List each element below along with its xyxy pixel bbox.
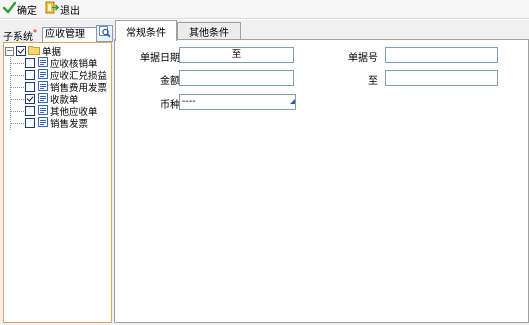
exit-button[interactable]: 退出 xyxy=(45,1,80,17)
tree-item-checkbox[interactable] xyxy=(25,94,35,104)
form-icon xyxy=(38,116,48,130)
doc-date-range-field[interactable]: 至 xyxy=(179,47,294,63)
confirm-button[interactable]: 确定 xyxy=(2,1,37,17)
amount-field[interactable] xyxy=(179,70,294,86)
tab-general[interactable]: 常规条件 xyxy=(115,20,177,41)
magnifier-icon xyxy=(98,26,111,41)
required-mark: * xyxy=(33,27,37,37)
dropdown-corner-icon xyxy=(290,95,295,109)
tab-other[interactable]: 其他条件 xyxy=(177,22,241,40)
exit-icon xyxy=(45,1,60,17)
currency-select[interactable]: ---- xyxy=(179,94,296,110)
checkmark-icon xyxy=(2,1,17,17)
confirm-button-label: 确定 xyxy=(17,5,37,17)
subsystem-label: 子系统 xyxy=(3,31,33,43)
currency-label: 币种 xyxy=(160,100,180,111)
tree-item-checkbox[interactable] xyxy=(25,106,35,116)
amount-label: 金额 xyxy=(160,76,180,87)
doc-no-to-field[interactable] xyxy=(385,70,498,86)
subsystem-row: 子系统 * 应收管理 xyxy=(3,27,100,43)
collapse-toggle[interactable]: − xyxy=(5,46,14,56)
subsystem-field[interactable]: 应收管理 xyxy=(42,27,100,43)
toolbar: 确定 退出 xyxy=(0,0,529,19)
doc-no-from-field[interactable] xyxy=(385,47,498,63)
exit-button-label: 退出 xyxy=(60,5,80,17)
doc-date-label: 单据日期 xyxy=(140,53,180,64)
currency-value: ---- xyxy=(182,96,196,107)
conditions-panel: 单据日期 至 单据号 金额 至 币种 ---- xyxy=(114,39,529,323)
tree-item-checkbox[interactable] xyxy=(25,70,35,80)
tree-item-label: 销售发票 xyxy=(50,119,89,130)
tree-root-checkbox[interactable] xyxy=(16,46,26,56)
tree-item-checkbox[interactable] xyxy=(25,58,35,68)
tree-item-checkbox[interactable] xyxy=(25,82,35,92)
doc-no-to-label: 至 xyxy=(368,76,378,87)
document-tree: − 单据 应收核销单 应收汇兑损益 销售费用发票 收款单 其他应收单 销售发票 xyxy=(3,42,112,323)
doc-no-label: 单据号 xyxy=(348,53,378,64)
tree-item[interactable]: 销售发票 xyxy=(23,116,89,130)
tree-item-checkbox[interactable] xyxy=(25,118,35,128)
toolbar-divider xyxy=(0,19,529,20)
doc-date-to-label: 至 xyxy=(231,49,242,60)
subsystem-lookup-button[interactable] xyxy=(96,25,113,42)
